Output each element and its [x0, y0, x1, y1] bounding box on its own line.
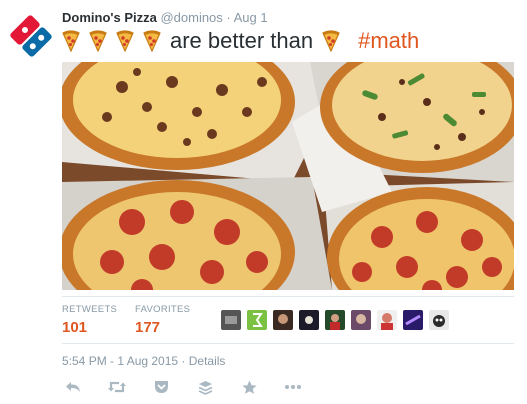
retweets-count: 101 [62, 319, 88, 336]
retweets-label: RETWEETS [62, 304, 118, 315]
favoriter-avatar[interactable] [247, 310, 267, 330]
retweets-stat[interactable]: RETWEETS 101 [62, 304, 117, 336]
tweet-timestamp[interactable]: 5:54 PM - 1 Aug 2015 · Details [62, 354, 225, 368]
tweet-actions [62, 378, 326, 396]
dominos-logo-icon [10, 15, 52, 57]
favoriter-avatar[interactable] [377, 310, 397, 330]
buffer-icon[interactable] [194, 378, 216, 396]
tweet-word: are better than [170, 28, 314, 53]
tweet-photo[interactable] [59, 34, 527, 327]
pizza-slice-icon [89, 30, 107, 52]
pizza-slice-icon [62, 30, 80, 52]
tweet-header: Domino's Pizza @dominos · Aug 1 [62, 10, 268, 25]
divider [62, 343, 514, 344]
favorite-icon[interactable] [238, 378, 260, 396]
pizza-slice-icon [143, 30, 161, 52]
avatar[interactable] [7, 12, 55, 60]
favoriter-avatar[interactable] [325, 310, 345, 330]
pizza-slice-icon [116, 30, 134, 52]
handle-date[interactable]: @dominos · Aug 1 [160, 10, 267, 25]
favoriter-avatar[interactable] [429, 310, 449, 330]
favorites-stat[interactable]: FAVORITES 177 [135, 304, 190, 336]
author-name[interactable]: Domino's Pizza [62, 10, 157, 25]
favoriter-avatar[interactable] [351, 310, 371, 330]
favorites-label: FAVORITES [135, 304, 191, 315]
favoriter-avatar[interactable] [403, 310, 423, 330]
favoriter-avatar[interactable] [299, 310, 319, 330]
hashtag-link[interactable]: #math [358, 28, 419, 54]
pizza-slice-icon [322, 30, 340, 52]
pocket-icon[interactable] [150, 378, 172, 396]
favoriter-avatar[interactable] [273, 310, 293, 330]
pizza-photo [59, 34, 527, 327]
tweet-text: are better than #math [62, 28, 419, 54]
reply-icon[interactable] [62, 378, 84, 396]
favoriter-avatar[interactable] [221, 310, 241, 330]
retweet-icon[interactable] [106, 378, 128, 396]
favorites-count: 177 [135, 319, 161, 336]
favoriters-avatars [221, 310, 455, 330]
more-icon[interactable] [282, 378, 304, 396]
divider [62, 296, 514, 297]
